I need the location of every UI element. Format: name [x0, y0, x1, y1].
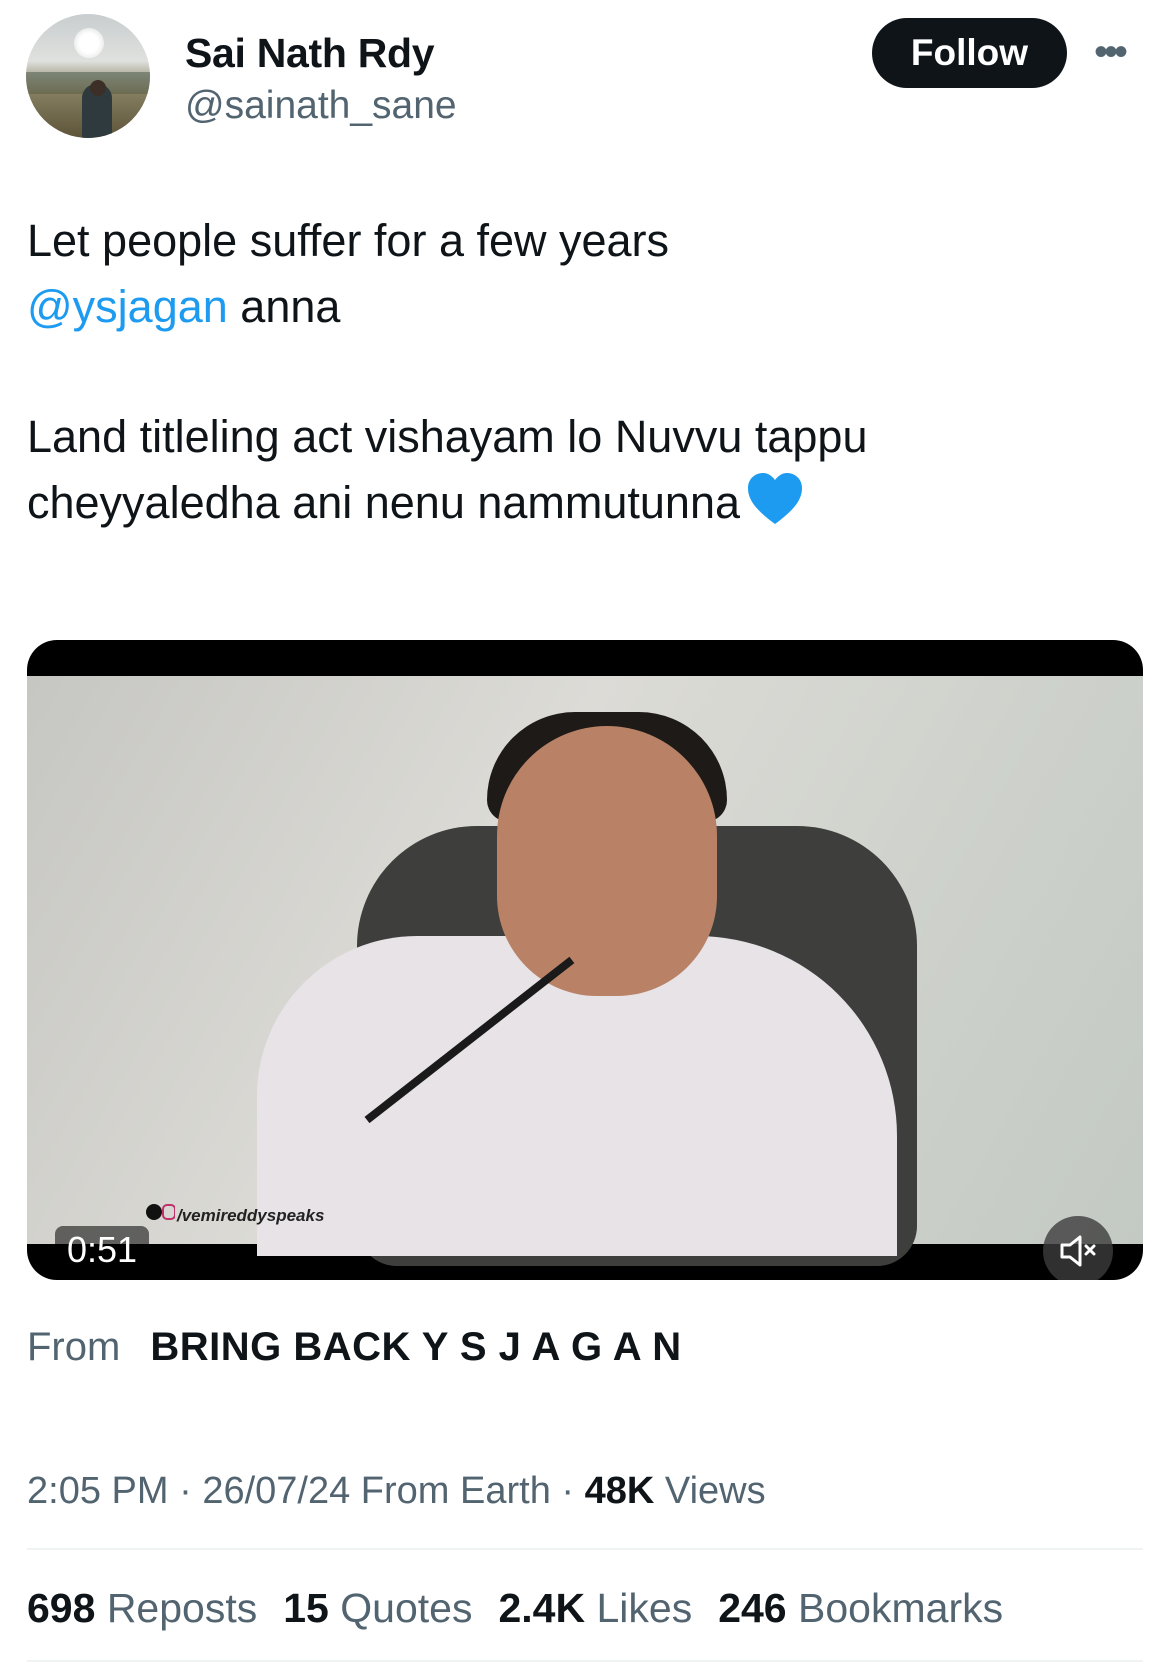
views-label: Views — [664, 1470, 766, 1512]
video-player[interactable]: /vemireddyspeaks 0:51 — [27, 640, 1143, 1280]
avatar-sun — [74, 28, 104, 58]
tweet-text-line-2: @ysjagan anna — [27, 272, 340, 342]
avatar-head — [90, 80, 106, 96]
source-label: From — [27, 1325, 121, 1369]
tweet-text-line-2-rest: anna — [227, 281, 341, 332]
divider — [27, 1660, 1143, 1662]
reposts-label: Reposts — [106, 1585, 258, 1631]
tweet-date[interactable]: 26/07/24 — [202, 1470, 350, 1512]
more-options-icon[interactable]: ••• — [1094, 32, 1128, 72]
follow-button[interactable]: Follow — [872, 18, 1067, 88]
source-attribution: From BRING BACK Y S J A G A N — [27, 1325, 682, 1370]
engagement-stats: 698 Reposts 15 Quotes 2.4K Likes 246 Boo… — [27, 1585, 1003, 1632]
likes-count: 2.4K — [498, 1585, 586, 1631]
likes-label: Likes — [596, 1585, 693, 1631]
video-frame: /vemireddyspeaks 0:51 — [27, 676, 1143, 1280]
video-face — [497, 726, 717, 996]
quotes-stat[interactable]: 15 Quotes — [283, 1585, 472, 1632]
author-handle[interactable]: @sainath_sane — [185, 84, 457, 128]
author-name[interactable]: Sai Nath Rdy — [185, 30, 435, 77]
divider — [27, 1548, 1143, 1550]
bookmarks-stat[interactable]: 246 Bookmarks — [718, 1585, 1003, 1632]
bookmarks-label: Bookmarks — [798, 1585, 1004, 1631]
meta-separator: · — [179, 1470, 192, 1512]
views-count: 48K — [584, 1470, 655, 1512]
blue-heart-icon — [748, 473, 803, 524]
bookmarks-count: 246 — [718, 1585, 787, 1631]
watermark-icons — [146, 1204, 175, 1220]
video-watermark: /vemireddyspeaks — [177, 1206, 325, 1225]
tweet-text-line-4-body: cheyyaledha ani nenu nammutunna — [27, 477, 741, 528]
tweet-text-line-1: Let people suffer for a few years — [27, 215, 670, 266]
tweet-location: From Earth — [360, 1470, 551, 1512]
reposts-count: 698 — [27, 1585, 96, 1631]
quotes-count: 15 — [283, 1585, 329, 1631]
reposts-stat[interactable]: 698 Reposts — [27, 1585, 257, 1632]
muted-speaker-icon[interactable] — [1043, 1216, 1113, 1280]
tweet-meta: 2:05 PM · 26/07/24 From Earth · 48K View… — [27, 1470, 766, 1513]
speaker-glyph — [1060, 1235, 1096, 1267]
likes-stat[interactable]: 2.4K Likes — [498, 1585, 692, 1632]
avatar[interactable] — [26, 14, 150, 138]
tweet-text-line-3: Land titleling act vishayam lo Nuvvu tap… — [27, 411, 868, 462]
meta-separator: · — [561, 1470, 575, 1512]
mention-link[interactable]: @ysjagan — [27, 281, 228, 332]
tweet-time[interactable]: 2:05 PM — [27, 1470, 169, 1512]
video-duration: 0:51 — [55, 1226, 150, 1274]
tweet-text-line-4: cheyyaledha ani nenu nammutunna — [27, 468, 804, 538]
quotes-label: Quotes — [340, 1585, 473, 1631]
source-name-link[interactable]: BRING BACK Y S J A G A N — [150, 1325, 681, 1369]
